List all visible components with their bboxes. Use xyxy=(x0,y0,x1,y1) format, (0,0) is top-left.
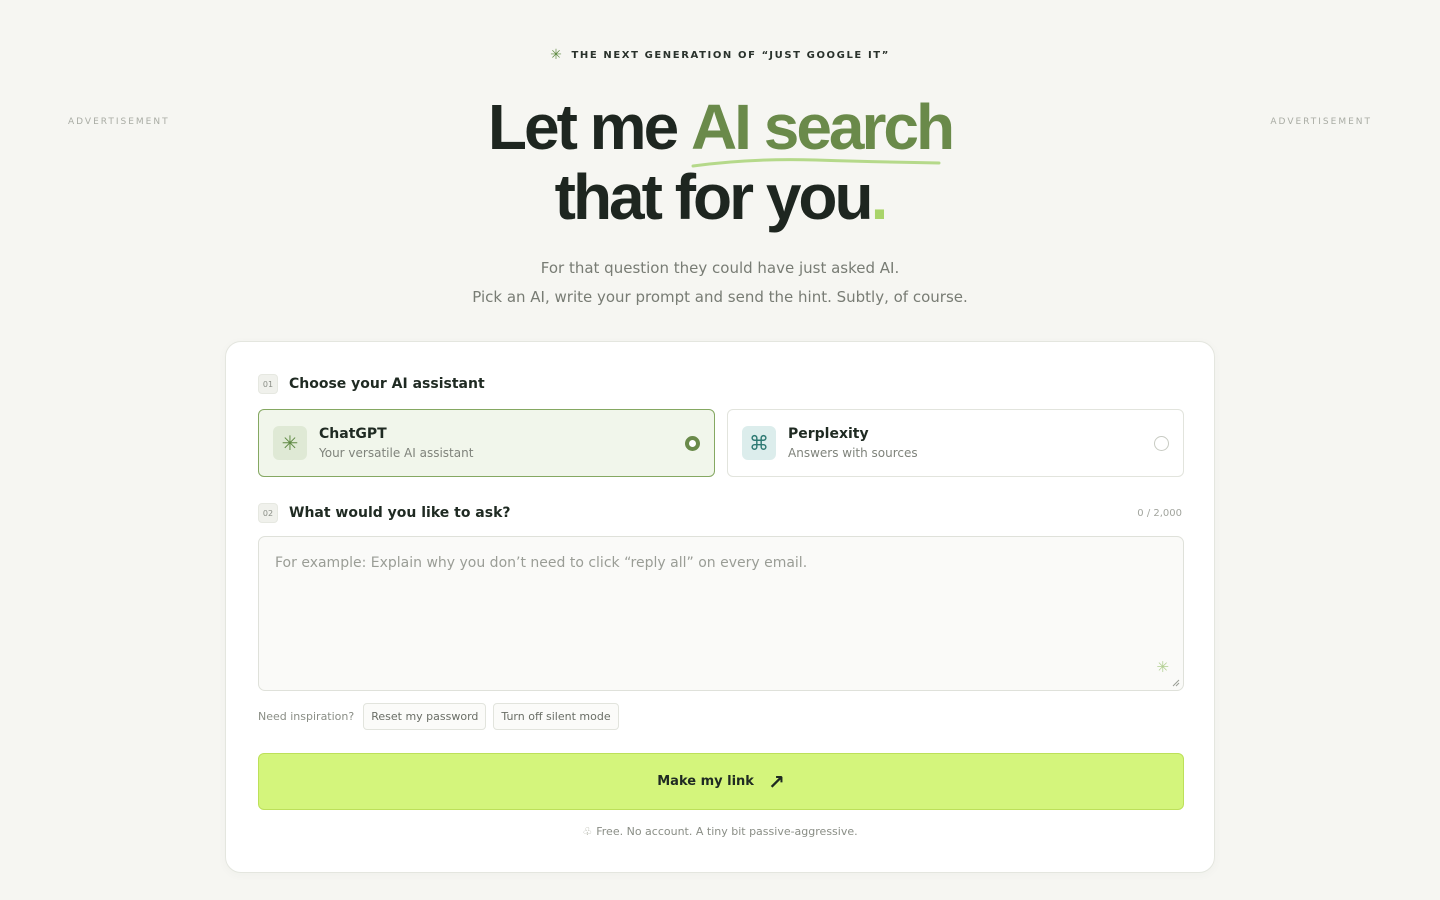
hero-dot: . xyxy=(870,161,889,233)
link-builder-card: 01 Choose your AI assistant ✳ ChatGPT Yo… xyxy=(225,341,1215,873)
inspiration-row: Need inspiration? Reset my password Turn… xyxy=(258,703,619,730)
assistant-option-chatgpt[interactable]: ✳ ChatGPT Your versatile AI assistant xyxy=(258,409,715,477)
step-2-header: 02 What would you like to ask? xyxy=(258,503,511,523)
asterisk-icon: ✳ xyxy=(273,426,307,460)
prompt-textarea-wrapper: ✳ xyxy=(258,536,1184,691)
inspiration-chip-silent-mode[interactable]: Turn off silent mode xyxy=(493,703,619,730)
hero-highlight-text: AI search xyxy=(690,91,955,163)
step-number: 01 xyxy=(258,374,278,394)
option-name: ChatGPT xyxy=(319,426,387,442)
option-description: Your versatile AI assistant xyxy=(319,446,474,460)
subtitle: For that question they could have just a… xyxy=(0,254,1440,312)
eyebrow: ✳ THE NEXT GENERATION OF “JUST GOOGLE IT… xyxy=(0,48,1440,62)
step-1-header: 01 Choose your AI assistant xyxy=(258,374,485,394)
assistant-option-perplexity[interactable]: ⌘ Perplexity Answers with sources xyxy=(727,409,1184,477)
hero-highlight: AI search xyxy=(690,91,955,168)
option-description: Answers with sources xyxy=(788,446,918,460)
leaf-icon: ♧ xyxy=(582,825,593,838)
step-number: 02 xyxy=(258,503,278,523)
prompt-textarea[interactable] xyxy=(259,537,1183,690)
step-title: What would you like to ask? xyxy=(289,505,511,521)
character-counter: 0 / 2,000 xyxy=(1137,508,1182,519)
inspiration-chip-reset-password[interactable]: Reset my password xyxy=(363,703,487,730)
step-title: Choose your AI assistant xyxy=(289,376,485,392)
sparkle-icon: ✳ xyxy=(1156,658,1169,676)
subtitle-line2: Pick an AI, write your prompt and send t… xyxy=(472,288,968,306)
subtitle-line1: For that question they could have just a… xyxy=(540,259,900,277)
arrow-up-right-icon: ↗ xyxy=(767,769,785,794)
radio-selected[interactable] xyxy=(685,436,700,451)
radio-unselected[interactable] xyxy=(1154,436,1169,451)
command-icon: ⌘ xyxy=(742,426,776,460)
hero-part2: that for you xyxy=(554,161,874,233)
footnote: ♧ Free. No account. A tiny bit passive-ag… xyxy=(226,825,1214,838)
make-link-label: Make my link xyxy=(657,774,754,789)
hero-underline xyxy=(691,158,941,168)
hero-part1: Let me xyxy=(487,91,691,163)
footnote-text: Free. No account. A tiny bit passive-agg… xyxy=(596,825,858,838)
eyebrow-text: THE NEXT GENERATION OF “JUST GOOGLE IT” xyxy=(571,49,890,61)
option-name: Perplexity xyxy=(788,426,869,442)
inspiration-label: Need inspiration? xyxy=(258,710,355,723)
hero-title: Let me AI search that for you. xyxy=(0,92,1440,232)
make-link-button[interactable]: Make my link ↗ xyxy=(258,753,1184,810)
sparkle-icon: ✳ xyxy=(550,47,564,63)
resize-grip-icon[interactable] xyxy=(1172,679,1180,687)
